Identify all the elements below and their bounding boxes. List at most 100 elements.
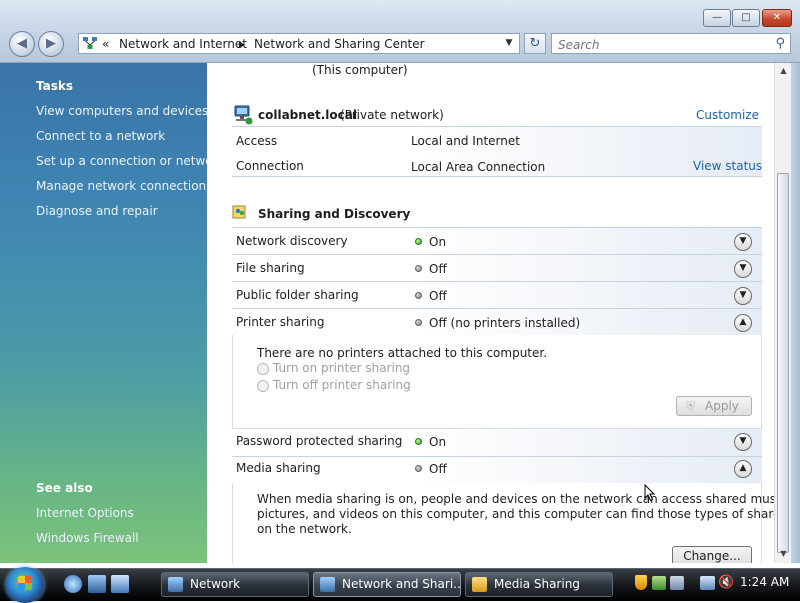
shield-icon: ⛨ [686, 399, 696, 413]
file-sharing-row[interactable] [232, 254, 762, 281]
no-printers-message: There are no printers attached to this c… [257, 346, 548, 360]
expand-chevron-down-icon[interactable]: ▼ [734, 260, 752, 278]
divider [232, 281, 762, 282]
view-status-link[interactable]: View status [693, 159, 762, 173]
mouse-cursor-icon [644, 484, 656, 502]
taskbar-item-network-and-sharing[interactable]: Network and Shari... [313, 572, 461, 597]
task-diagnose-and-repair[interactable]: Diagnose and repair [36, 204, 158, 218]
divider [232, 126, 762, 127]
volume-muted-icon[interactable]: 🔇 [718, 575, 734, 590]
address-dropdown-icon[interactable]: ▼ [501, 34, 517, 53]
turn-on-printer-sharing-label[interactable]: Turn on printer sharing [273, 361, 410, 375]
access-value: Local and Internet [411, 134, 520, 148]
close-button[interactable]: ✕ [762, 9, 792, 27]
search-icon[interactable]: ⚲ [775, 36, 785, 51]
turn-off-printer-sharing-radio[interactable] [257, 380, 269, 392]
divider [232, 176, 762, 177]
turn-off-printer-sharing-label[interactable]: Turn off printer sharing [273, 378, 411, 392]
network-status-icon[interactable] [700, 576, 715, 590]
see-also-header: See also [36, 481, 93, 495]
search-box[interactable]: ⚲ [551, 33, 791, 54]
network-discovery-label: Network discovery [236, 234, 348, 248]
scroll-down-icon[interactable]: ▼ [777, 547, 790, 561]
status-off-icon [415, 265, 422, 272]
collapse-chevron-up-icon[interactable]: ▲ [734, 460, 752, 478]
private-network-icon [234, 105, 253, 125]
internet-explorer-icon[interactable] [64, 575, 82, 593]
task-view-computers-and-devices[interactable]: View computers and devices [36, 104, 208, 118]
file-sharing-label: File sharing [236, 261, 305, 275]
taskbar-item-label: Network and Shari... [342, 577, 461, 591]
apply-button[interactable]: ⛨ Apply [676, 396, 752, 416]
expand-chevron-down-icon[interactable]: ▼ [734, 233, 752, 251]
maximize-button[interactable]: □ [732, 9, 760, 27]
see-also-windows-firewall[interactable]: Windows Firewall [36, 531, 139, 545]
see-also-internet-options[interactable]: Internet Options [36, 506, 134, 520]
sidebar-tray-icon[interactable] [670, 576, 684, 590]
scroll-up-icon[interactable]: ▲ [777, 64, 790, 78]
divider [232, 254, 762, 255]
task-manage-network-connections[interactable]: Manage network connections [36, 179, 212, 193]
media-sharing-description-line-2: pictures, and videos on this computer, a… [257, 507, 774, 521]
divider [232, 456, 762, 457]
sharing-and-discovery-header: Sharing and Discovery [258, 207, 411, 221]
password-protected-sharing-status: On [429, 435, 447, 449]
vertical-scrollbar[interactable]: ▲ ▼ [774, 63, 792, 563]
refresh-button[interactable]: ↻ [524, 33, 546, 54]
taskbar-item-label: Network [190, 577, 241, 591]
task-set-up-a-connection[interactable]: Set up a connection or network [36, 154, 224, 168]
address-bar[interactable]: « Network and Internet ▶ Network and Sha… [78, 33, 520, 54]
password-protected-sharing-label: Password protected sharing [236, 434, 403, 448]
window-frame-right [791, 63, 800, 563]
search-input[interactable] [556, 35, 760, 54]
status-off-icon [415, 319, 422, 326]
network-icon [83, 37, 97, 49]
breadcrumb-separator-icon[interactable]: ▶ [239, 40, 245, 49]
status-on-icon [415, 438, 422, 445]
access-label: Access [236, 134, 278, 148]
taskbar: Network Network and Shari... Media Shari… [0, 567, 800, 603]
public-folder-sharing-label: Public folder sharing [236, 288, 359, 302]
scrollbar-thumb[interactable] [777, 173, 789, 553]
window-titlebar: — □ ✕ ◀ ▶ « Network and Internet ▶ Netwo… [0, 0, 800, 63]
windows-logo-icon [18, 576, 32, 590]
status-on-icon [415, 238, 422, 245]
file-sharing-status: Off [429, 262, 447, 276]
expand-chevron-down-icon[interactable]: ▼ [734, 433, 752, 451]
tasks-header: Tasks [36, 79, 74, 93]
expand-chevron-down-icon[interactable]: ▼ [734, 287, 752, 305]
taskbar-item-media-sharing[interactable]: Media Sharing [465, 572, 613, 597]
media-sharing-panel: When media sharing is on, people and dev… [232, 483, 774, 563]
task-pane: Tasks View computers and devices Connect… [0, 63, 224, 563]
connection-label: Connection [236, 159, 304, 173]
divider [232, 227, 762, 228]
change-button[interactable]: Change... [672, 546, 752, 563]
forward-button[interactable]: ▶ [38, 31, 64, 57]
divider [232, 308, 762, 309]
turn-on-printer-sharing-radio[interactable] [257, 363, 269, 375]
address-chevrons[interactable]: « [102, 37, 109, 51]
media-sharing-description-line-3: on the network. [257, 522, 352, 536]
breadcrumb-network-and-sharing-center[interactable]: Network and Sharing Center [254, 37, 425, 51]
show-desktop-icon[interactable] [88, 575, 106, 593]
sharing-discovery-icon [232, 205, 246, 219]
apply-label: Apply [705, 399, 739, 413]
breadcrumb-network-and-internet[interactable]: Network and Internet [119, 37, 247, 51]
media-sharing-status: Off [429, 462, 447, 476]
task-connect-to-a-network[interactable]: Connect to a network [36, 129, 165, 143]
printer-sharing-panel: There are no printers attached to this c… [232, 335, 762, 429]
media-player-icon [472, 577, 487, 592]
security-shield-icon[interactable] [635, 575, 647, 590]
back-button[interactable]: ◀ [9, 31, 35, 57]
status-off-icon [415, 292, 422, 299]
minimize-button[interactable]: — [703, 9, 731, 27]
customize-link[interactable]: Customize [696, 108, 759, 122]
collapse-chevron-up-icon[interactable]: ▲ [734, 314, 752, 332]
switch-windows-icon[interactable] [111, 575, 129, 593]
taskbar-item-network[interactable]: Network [161, 572, 309, 597]
start-button[interactable] [6, 567, 44, 603]
network-discovery-status: On [429, 235, 447, 249]
printer-sharing-status: Off (no printers installed) [429, 316, 581, 330]
clock[interactable]: 1:24 AM [740, 575, 789, 589]
updates-icon[interactable] [652, 576, 666, 590]
